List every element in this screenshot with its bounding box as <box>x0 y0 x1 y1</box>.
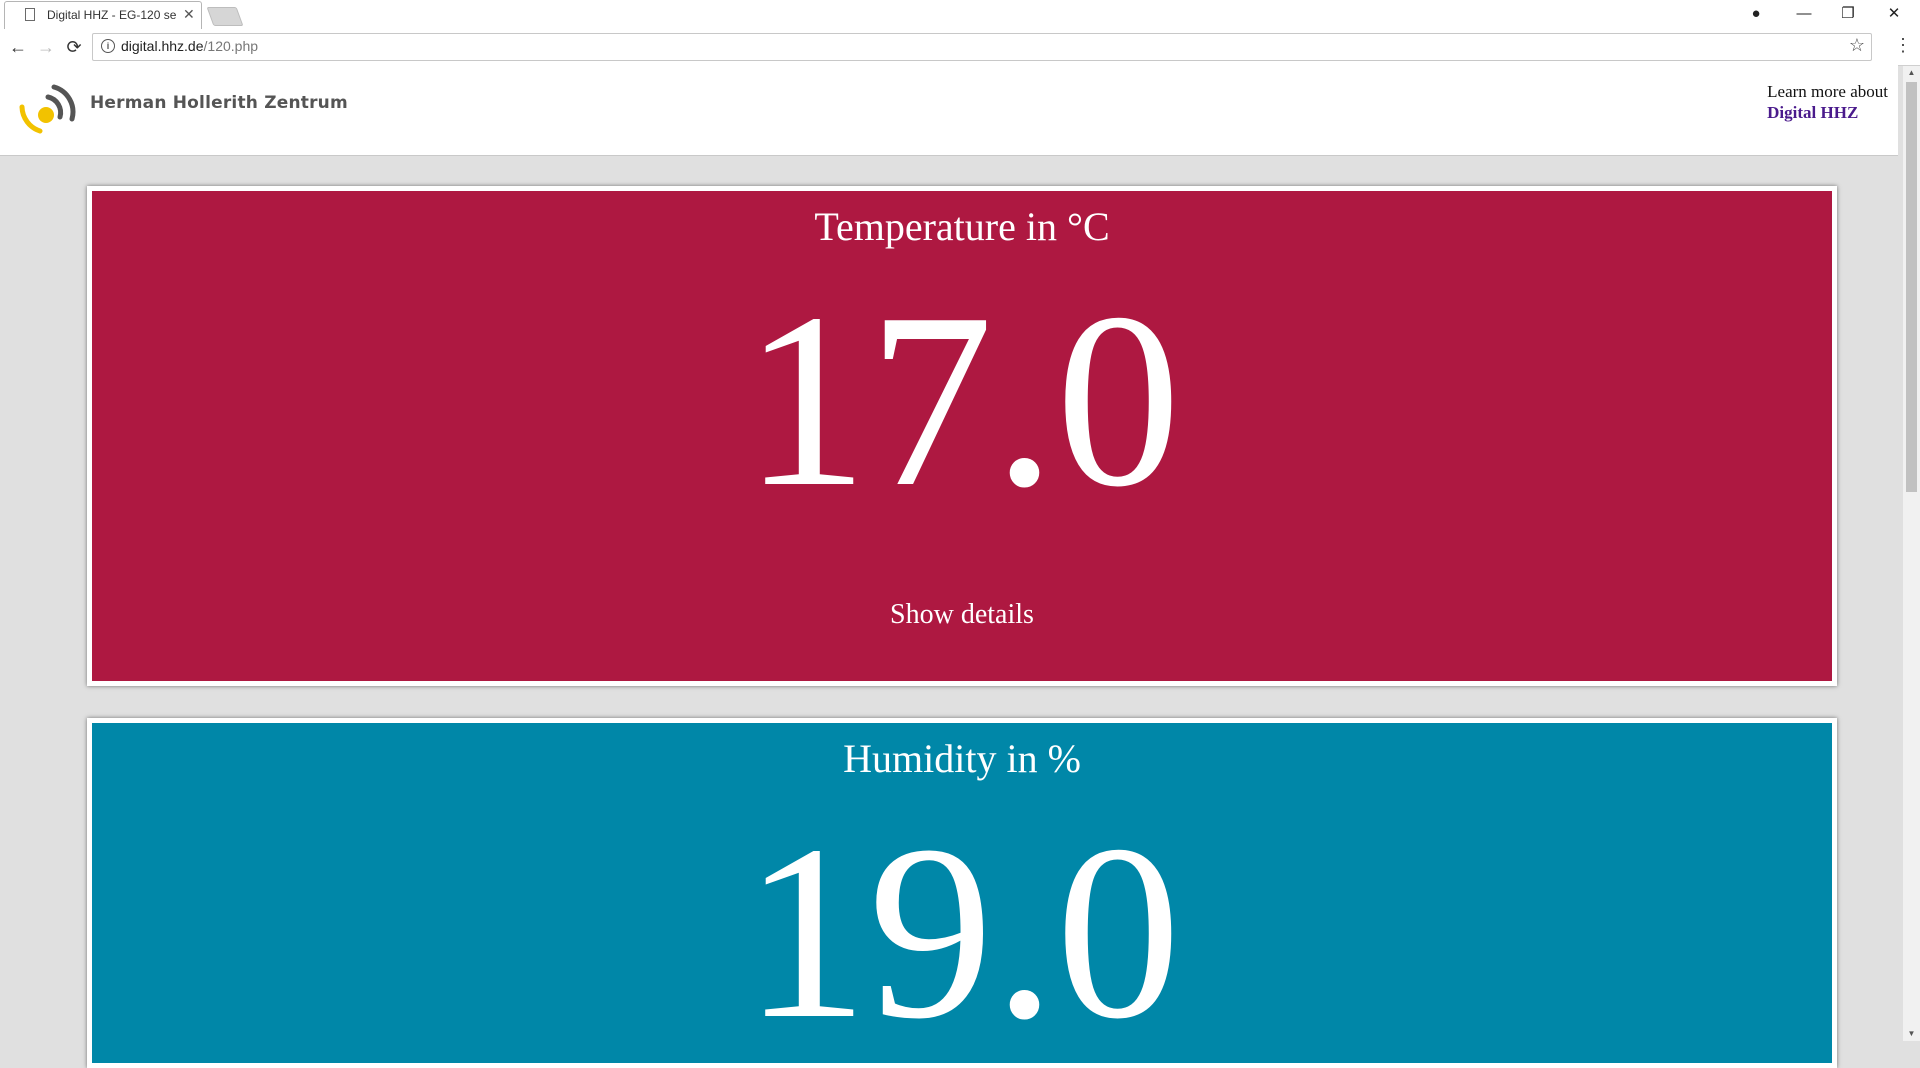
digital-hhz-link[interactable]: Digital HHZ <box>1767 102 1888 123</box>
hhz-logo[interactable] <box>14 79 76 135</box>
scroll-down-icon[interactable]: ▼ <box>1903 1027 1920 1041</box>
temperature-title: Temperature in °C <box>814 204 1110 249</box>
page-icon <box>25 8 35 21</box>
scroll-up-icon[interactable]: ▲ <box>1903 66 1920 80</box>
info-icon[interactable]: i <box>101 39 115 53</box>
tab-strip: Digital HHZ - EG-120 sen ✕ ● — ❐ ✕ <box>0 0 1920 29</box>
tab-title: Digital HHZ - EG-120 sen <box>47 8 177 22</box>
page-scrollbar[interactable]: ▲ ▼ <box>1903 66 1920 1041</box>
restore-button[interactable]: ❐ <box>1828 2 1868 26</box>
address-bar[interactable]: i digital.hhz.de/120.php ☆ <box>92 33 1872 61</box>
learn-more-text: Learn more about <box>1767 82 1888 101</box>
temperature-value: 17.0 <box>743 262 1181 539</box>
bookmark-star-icon[interactable]: ☆ <box>1849 35 1865 56</box>
humidity-card: Humidity in % 19.0 <box>87 718 1837 1068</box>
learn-more: Learn more about Digital HHZ <box>1767 81 1888 123</box>
humidity-value: 19.0 <box>743 794 1181 1068</box>
site-header: Herman Hollerith Zentrum Learn more abou… <box>0 65 1898 156</box>
new-tab-button[interactable] <box>206 7 244 26</box>
reload-icon[interactable]: ⟳ <box>62 35 86 59</box>
scroll-thumb[interactable] <box>1906 82 1917 492</box>
forward-icon[interactable]: → <box>34 35 58 59</box>
profile-icon[interactable]: ● <box>1736 2 1776 26</box>
site-name: Herman Hollerith Zentrum <box>90 93 348 113</box>
close-window-button[interactable]: ✕ <box>1874 2 1914 26</box>
tab-close-icon[interactable]: ✕ <box>183 6 195 23</box>
temperature-card: Temperature in °C 17.0 Show details <box>87 186 1837 686</box>
browser-menu-icon[interactable]: ⋮ <box>1894 35 1912 56</box>
browser-toolbar: ← → ⟳ i digital.hhz.de/120.php ☆ ⋮ <box>0 29 1920 66</box>
back-icon[interactable]: ← <box>6 35 30 59</box>
minimize-button[interactable]: — <box>1784 2 1824 26</box>
show-details-link[interactable]: Show details <box>92 599 1832 631</box>
url-text[interactable]: digital.hhz.de/120.php <box>121 38 258 54</box>
browser-tab[interactable]: Digital HHZ - EG-120 sen ✕ <box>4 1 202 29</box>
humidity-title: Humidity in % <box>843 736 1081 781</box>
